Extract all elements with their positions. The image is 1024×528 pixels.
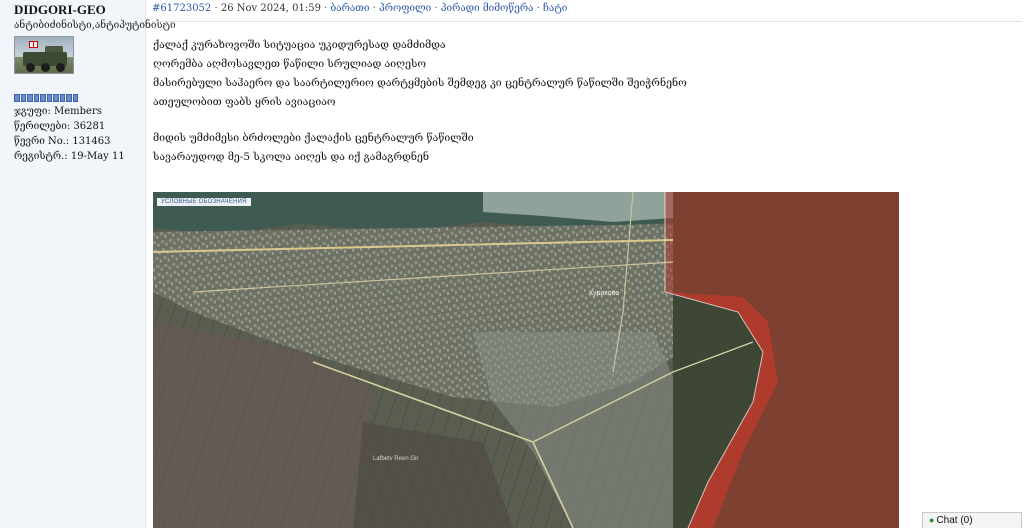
user-member-number: წევრი No.: 131463 [14, 136, 111, 147]
chat-widget[interactable]: ● Chat (0) [922, 512, 1022, 528]
post-body: ქალაქ კურახოვოში სიტუაცია უკიდურესად დამ… [153, 36, 913, 167]
avatar[interactable] [14, 36, 74, 74]
post-text-line: ღორემბა აღმოსავლეთ წაწილი სრულიად აიღესო [153, 58, 427, 70]
card-link[interactable]: ბარათი [331, 3, 370, 14]
post-id-link[interactable]: #61723052 [152, 3, 211, 14]
chat-count: (0) [960, 515, 973, 526]
user-post-count: წერილები: 36281 [14, 121, 106, 132]
chat-label: Chat [936, 515, 958, 526]
user-profile-panel: DIDGORI-GEO ანტიბიძინისტი,ანტიპუტინისტი … [0, 0, 176, 528]
wheel-icon [26, 63, 35, 72]
user-registration-date: რეგისტრ.: 19-May 11 [14, 151, 125, 162]
user-title: ანტიბიძინისტი,ანტიპუტინისტი [14, 20, 176, 31]
chat-users-icon: ● [929, 515, 935, 525]
profile-link[interactable]: პროფილი [379, 3, 431, 14]
wheel-icon [41, 63, 50, 72]
wheel-icon [56, 63, 65, 72]
private-message-link[interactable]: პირადი მიმოწერა [441, 3, 534, 14]
map-field-label: Lafbetv Reen Gir [373, 456, 419, 462]
post-text-line: მიდის უმძიმესი ბრძოლები ქალაქის ცენტრალუ… [153, 132, 474, 144]
embedded-map-image[interactable]: УСЛОВНЫЕ ОБОЗНАЧЕНИЯ Курахово Lafbetv Re… [153, 192, 899, 528]
map-place-label: Курахово [589, 290, 620, 297]
post-text-line: ქალაქ კურახოვოში სიტუაცია უკიდურესად დამ… [153, 39, 446, 51]
forum-post: DIDGORI-GEO ანტიბიძინისტი,ანტიპუტინისტი … [0, 0, 1024, 528]
post-text-line: მასირებული საჰაერო და საარტილერიო დარტყმ… [153, 77, 687, 89]
chat-link[interactable]: ჩატი [543, 3, 567, 14]
user-stats: ჯგუფი: Members წერილები: 36281 წევრი No.… [14, 104, 145, 164]
post-header: #61723052 · 26 Nov 2024, 01:59 · ბარათი … [152, 2, 1022, 22]
flag-icon [29, 41, 38, 48]
username[interactable]: DIDGORI-GEO [14, 2, 145, 17]
post-text-line: ათეულობით ფაბს ყრის ავიაციაო [153, 96, 336, 108]
user-group: ჯგუფი: Members [14, 106, 102, 117]
map-legend-label: УСЛОВНЫЕ ОБОЗНАЧЕНИЯ [157, 198, 251, 206]
post-date: 26 Nov 2024, 01:59 [220, 3, 321, 14]
rank-bar [14, 94, 78, 102]
post-text-line: სავარაუდოდ მე-5 სკოლა აიღეს და იქ გამაგრ… [153, 151, 430, 163]
